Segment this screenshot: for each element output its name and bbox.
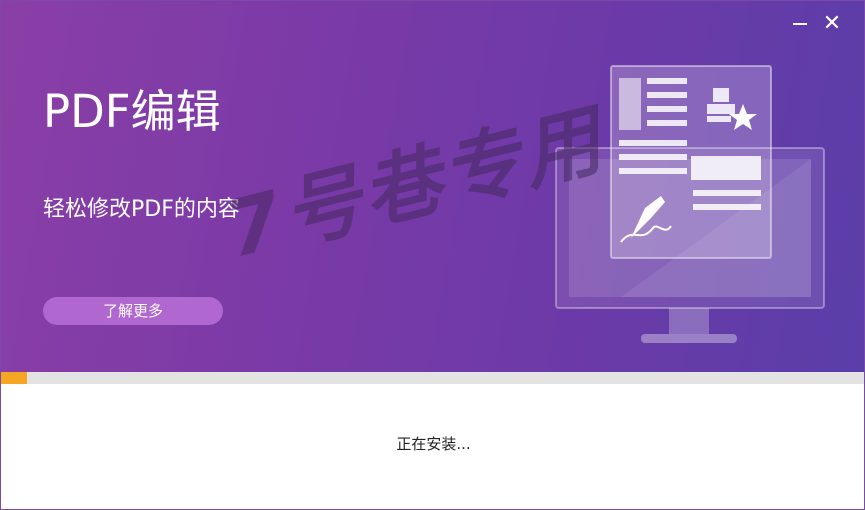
- document-icon: [610, 65, 772, 259]
- installer-window: ✕ PDF编辑 轻松修改PDF的内容 了解更多 7号巷专用 正在安装...: [0, 0, 865, 510]
- install-progress-fill: [1, 372, 27, 384]
- learn-more-button[interactable]: 了解更多: [43, 297, 223, 325]
- close-button[interactable]: ✕: [819, 11, 845, 37]
- install-progress-bar: [1, 372, 864, 384]
- promo-banner: ✕ PDF编辑 轻松修改PDF的内容 了解更多 7号巷专用: [1, 1, 864, 372]
- product-title: PDF编辑: [43, 85, 221, 138]
- minimize-icon: [793, 23, 807, 25]
- product-subtitle: 轻松修改PDF的内容: [43, 197, 240, 222]
- minimize-button[interactable]: [787, 11, 813, 37]
- close-icon: ✕: [822, 11, 842, 36]
- install-status-text: 正在安装...: [396, 435, 471, 453]
